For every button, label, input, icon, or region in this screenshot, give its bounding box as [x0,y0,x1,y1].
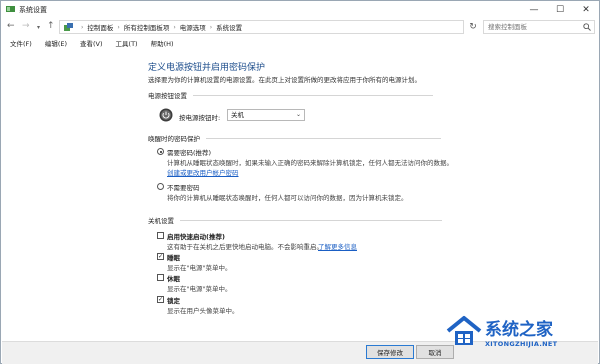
menu-file[interactable]: 文件(F) [1,37,36,49]
watermark-text: 系统之家 [485,320,553,340]
title-bar: 系统设置 — ☐ ✕ [1,1,599,18]
hibernate-label[interactable]: 休眠 [167,273,180,283]
minimize-button[interactable]: — [521,1,547,18]
menu-bar: 文件(F) 编辑(E) 查看(V) 工具(T) 帮助(H) [1,37,599,49]
sleep-description: 显示在"电源"菜单中。 [167,264,232,272]
close-button[interactable]: ✕ [573,1,599,18]
main-content: 定义电源按钮并启用密码保护 选择要为你的计算机设置的电源设置。在此页上对设置所做… [2,51,598,341]
sleep-checkbox[interactable]: ✓ [157,253,164,260]
power-button-action-select[interactable]: 关机 ⌄ [227,109,305,121]
no-password-description: 将你的计算机从睡眠状态唤醒时，任何人都可以访问你的数据，因为计算机未锁定。 [167,194,408,202]
chevron-right-icon: › [173,23,176,31]
hibernate-description: 显示在"电源"菜单中。 [167,285,232,293]
watermark: 系统之家 XITONGZHIJIA.NET [445,313,595,361]
window-title: 系统设置 [19,6,47,14]
search-box[interactable] [483,20,595,34]
search-input[interactable] [484,21,582,33]
lock-label[interactable]: 锁定 [167,295,180,305]
control-panel-icon [64,23,73,31]
chevron-right-icon: › [117,23,120,31]
require-password-description: 计算机从睡眠状态唤醒时，如果未输入正确的密码来解除计算机锁定，任何人都无法访问你… [167,159,453,167]
breadcrumb-control-panel[interactable]: 控制面板 [87,22,113,32]
breadcrumb-all-items[interactable]: 所有控制面板项 [124,22,170,32]
section-title: 电源按钮设置 [148,92,187,100]
divider [193,94,433,96]
up-arrow-icon[interactable]: ↑ [47,21,55,31]
search-icon[interactable] [583,23,591,31]
section-title: 关机设置 [148,217,174,225]
no-password-label[interactable]: 不需要密码 [167,182,200,192]
refresh-icon[interactable]: ↻ [467,21,479,33]
breadcrumb-system-settings[interactable]: 系统设置 [216,22,242,32]
fast-startup-checkbox[interactable] [157,232,164,239]
back-arrow-icon[interactable]: ← [7,21,15,31]
wake-password-section-heading: 唤醒时的密码保护 [148,133,441,143]
fast-startup-label[interactable]: 启用快速启动(推荐) [167,231,225,241]
require-password-label[interactable]: 需要密码(推荐) [167,147,211,157]
system-settings-window: 系统设置 — ☐ ✕ ← → ▾ ↑ › 控制面板 › 所有控制面板项 › 电源… [0,0,600,364]
learn-more-link[interactable]: 了解更多信息 [318,241,357,251]
hibernate-checkbox[interactable] [157,274,164,281]
require-password-radio[interactable] [157,148,164,155]
power-button-action-value: 关机 [231,111,244,119]
chevron-right-icon: › [81,23,84,31]
power-button-section-heading: 电源按钮设置 [148,90,433,100]
breadcrumb-power-options[interactable]: 电源选项 [180,22,206,32]
change-password-link[interactable]: 创建或更改用户帐户密码 [167,167,239,177]
no-password-radio[interactable] [157,183,164,190]
page-title: 定义电源按钮并启用密码保护 [148,63,266,73]
power-button-icon [159,108,173,122]
breadcrumb[interactable]: › 控制面板 › 所有控制面板项 › 电源选项 › 系统设置 [59,20,464,34]
fast-startup-description: 这有助于在关机之后更快地启动电脑。不会影响重启。 [167,243,323,251]
address-bar: ← → ▾ ↑ › 控制面板 › 所有控制面板项 › 电源选项 › 系统设置 ↻ [1,18,599,36]
recent-locations-chevron-icon[interactable]: ▾ [37,23,40,33]
section-title: 唤醒时的密码保护 [148,135,200,143]
power-options-icon [6,6,15,12]
shutdown-section-heading: 关机设置 [148,215,442,225]
menu-help[interactable]: 帮助(H) [142,37,178,49]
page-description: 选择要为你的计算机设置的电源设置。在此页上对设置所做的更改将应用于你所有的电源计… [148,76,421,84]
menu-tools[interactable]: 工具(T) [107,37,142,49]
power-button-label: 按电源按钮时: [179,114,221,122]
watermark-url: XITONGZHIJIA.NET [485,340,558,348]
menu-view[interactable]: 查看(V) [71,37,107,49]
menu-edit[interactable]: 编辑(E) [36,37,71,49]
house-logo-icon [446,316,482,345]
divider [206,137,441,139]
chevron-down-icon: ⌄ [295,111,301,118]
save-changes-button[interactable]: 保存修改 [366,345,414,359]
forward-arrow-icon[interactable]: → [22,21,30,31]
lock-description: 显示在用户头像菜单中。 [167,307,239,315]
maximize-button[interactable]: ☐ [547,1,573,18]
sleep-label[interactable]: 睡眠 [167,252,180,262]
chevron-right-icon: › [209,23,213,31]
divider [180,219,442,221]
lock-checkbox[interactable]: ✓ [157,296,164,303]
